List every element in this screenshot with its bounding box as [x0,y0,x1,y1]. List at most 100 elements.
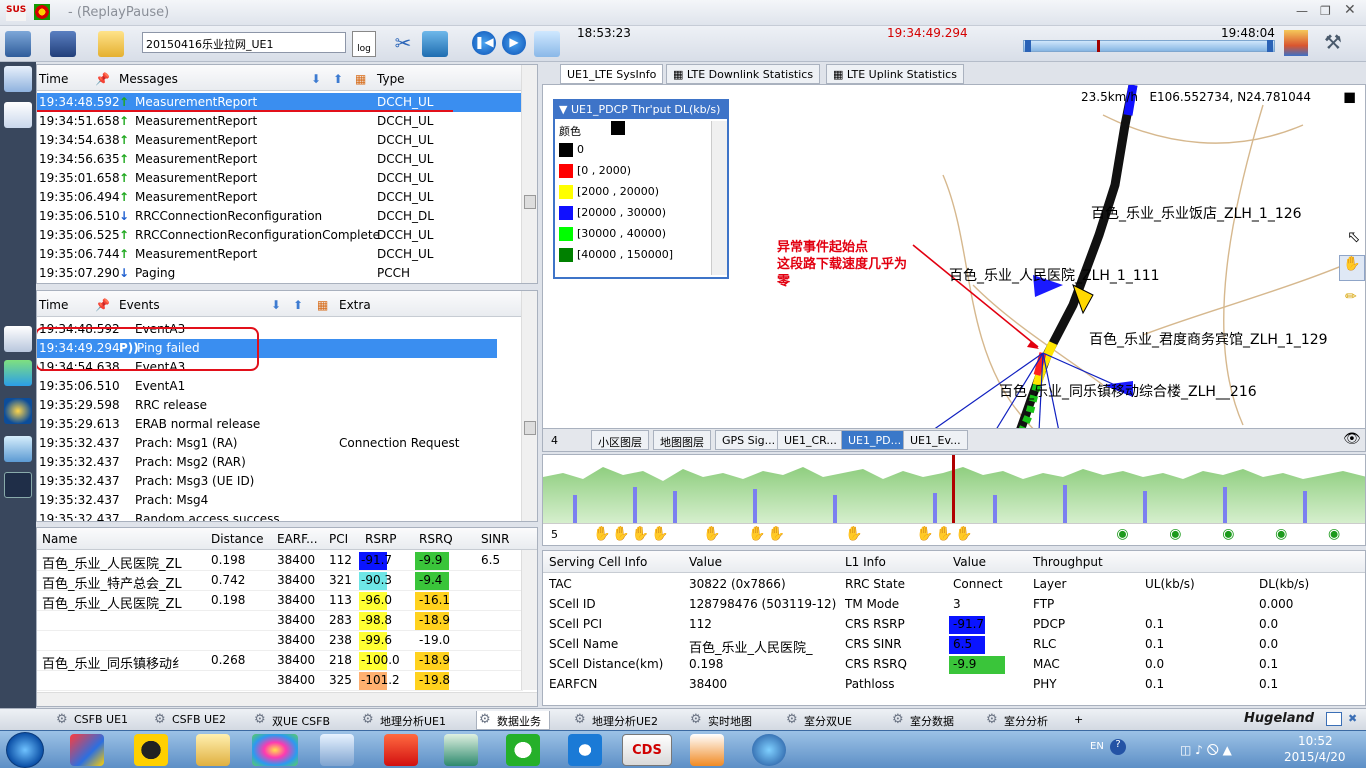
workspace-tab[interactable]: ⚙ CSFB UE1 [54,711,136,730]
table-row[interactable]: 19:35:06.510 ↓ RRCConnectionReconfiguratio… [37,207,523,226]
help-icon[interactable]: ? [1110,739,1126,755]
workspace-tab[interactable]: ⚙ 地理分析UE2 [572,711,666,730]
workspace-tab[interactable]: + [1074,711,1091,730]
col-sinr[interactable]: SINR [481,532,509,546]
pan-hand-icon[interactable]: ✋ [1339,255,1365,281]
col-pci[interactable]: PCI [329,532,348,546]
cells-hscrollbar[interactable] [37,692,537,706]
table-row[interactable]: 38400 283 -98.8 -18.9 [37,611,523,631]
connect-icon[interactable] [5,31,31,57]
table-row[interactable]: 19:35:32.437 Prach: Msg3 (UE ID) [37,472,497,491]
taskbar-app-icon[interactable] [384,734,418,766]
rewind-button[interactable]: ❚◀ [472,31,496,55]
col-earfcn[interactable]: EARF... [277,532,318,546]
table-row[interactable]: 19:35:06.510 EventA1 [37,377,497,396]
table-row[interactable]: 38400 325 -101.2 -19.8 [37,671,523,691]
tab-sysinfo[interactable]: UE1_LTE SysInfo [560,64,664,84]
legend-scrollbar[interactable] [711,121,727,275]
table-row[interactable]: 19:34:54.638 ↑ MeasurementReport DCCH_UL [37,131,523,150]
table-row[interactable]: 百色_乐业_同乐镇移动纟 0.268 38400 218 -100.0 -18.9 [37,651,523,672]
taskbar-app-icon[interactable] [252,734,298,766]
filter-icon[interactable] [4,436,32,462]
table-row[interactable]: 19:34:56.635 ↑ MeasurementReport DCCH_UL [37,150,523,169]
save-icon[interactable] [50,31,76,57]
scatter-icon[interactable] [4,472,32,498]
messages-scrollbar[interactable] [521,65,537,283]
qq-icon[interactable] [134,734,168,766]
scroll-thumb[interactable] [524,421,536,435]
table-row[interactable]: 19:35:06.525 ↑ RRCConnectionReconfiguratio… [37,226,523,245]
workspace-tab[interactable]: ⚙ CSFB UE2 [152,711,234,730]
table-row[interactable]: 38400 238 -99.6 -19.0 [37,631,523,651]
log-file-name[interactable]: 20150416乐业拉网_UE1 [142,32,346,53]
table-row[interactable]: 19:35:06.744 ↑ MeasurementReport DCCH_UL [37,245,523,264]
chart-icon[interactable] [4,102,32,128]
timeline-range-start[interactable] [1025,40,1031,52]
close-button[interactable]: ✕ [1344,2,1362,20]
cells-scrollbar[interactable] [521,550,537,690]
start-button[interactable] [6,732,44,768]
layer-tab[interactable]: 地图图层 [653,430,711,450]
col-throughput[interactable]: Throughput [1033,555,1103,569]
timeline-track[interactable] [1023,40,1275,52]
explorer-icon[interactable] [196,734,230,766]
table-row[interactable]: 百色_乐业_特产总会_ZL 0.742 38400 321 -90.3 -9.4 [37,571,523,592]
table-row[interactable]: 19:35:32.437 Prach: Msg4 [37,491,497,510]
tools-icon[interactable] [534,31,560,57]
table-row[interactable]: 19:34:51.658 ↑ MeasurementReport DCCH_UL [37,112,523,131]
event-icons[interactable]: ✋✋✋✋ ✋ ✋✋ ✋ ✋✋✋ ◉ ◉ ◉ ◉ ◉ [593,526,1342,542]
tab-ul-stats[interactable]: ▦ LTE Uplink Statistics [826,64,964,84]
replay-timeline[interactable]: 18:53:23 19:34:49.294 19:48:04 [575,26,1275,62]
transfer-icon[interactable] [4,360,32,386]
col-type[interactable]: Type [377,72,405,86]
col-time[interactable]: Time [39,298,68,312]
legend-item[interactable]: [2000 , 20000) [557,183,707,201]
play-button[interactable]: ▶ [502,31,526,55]
col-distance[interactable]: Distance [211,532,263,546]
table-row[interactable]: 19:35:07.290 ↓ Paging PCCH [37,264,523,283]
car-icon[interactable]: ◼ [1343,87,1356,106]
timeline-range-end[interactable] [1267,40,1273,52]
col-value-2[interactable]: Value [953,555,986,569]
pointer-icon[interactable]: ⬁ [1347,227,1360,246]
legend-item[interactable]: [0 , 2000) [557,162,707,180]
col-events[interactable]: Events [119,298,160,312]
tab-dl-stats[interactable]: ▦ LTE Downlink Statistics [666,64,821,84]
table-row[interactable]: 19:35:29.613 ERAB normal release [37,415,497,434]
pin-icon[interactable]: 📌 [95,298,110,312]
legend-item[interactable]: [20000 , 30000) [557,204,707,222]
layer-tab[interactable]: UE1_Ev... [903,430,968,450]
events-scrollbar[interactable] [521,291,537,521]
legend-title-bar[interactable]: ▼ UE1_PDCP Thr'put DL(kb/s) [555,101,727,119]
taskbar-app-icon[interactable] [568,734,602,766]
workspace-tab[interactable]: ⚙ 双UE CSFB [252,711,338,730]
sort-down-icon[interactable]: ⬇ [311,72,321,86]
col-rsrp[interactable]: RSRP [365,532,397,546]
table-row[interactable]: 19:35:06.494 ↑ MeasurementReport DCCH_UL [37,188,523,207]
alarm-icon[interactable] [4,398,32,424]
open-folder-icon[interactable] [98,31,124,57]
col-value[interactable]: Value [689,555,722,569]
legend-item[interactable]: [30000 , 40000) [557,225,707,243]
columns-icon[interactable]: ▦ [355,72,366,86]
layer-tab[interactable]: GPS Sig... [715,430,783,450]
sort-down-icon[interactable]: ⬇ [271,298,281,312]
table-row[interactable]: 19:35:32.437 Random access success [37,510,497,521]
layer-tab[interactable]: 小区图层 [591,430,649,450]
log-icon[interactable]: log [352,31,376,57]
camera-icon[interactable] [422,31,448,57]
eye-icon[interactable]: 👁 [1343,431,1361,447]
layer-tab[interactable]: UE1_CR... [777,430,844,450]
chart-settings-icon[interactable] [1284,30,1308,56]
scroll-thumb[interactable] [524,195,536,209]
scissors-icon[interactable]: ✂ [390,31,416,57]
table-row[interactable]: 19:35:01.658 ↑ MeasurementReport DCCH_UL [37,169,523,188]
home-icon[interactable] [4,66,32,92]
report-icon[interactable] [4,326,32,352]
table-row[interactable]: 19:35:29.598 RRC release [37,396,497,415]
throughput-strip[interactable]: 5 ✋✋✋✋ ✋ ✋✋ ✋ ✋✋✋ ◉ ◉ ◉ ◉ ◉ [542,454,1366,546]
sort-up-icon[interactable]: ⬆ [333,72,343,86]
workspace-tab[interactable]: ⚙ 室分分析 [984,711,1056,730]
language-indicator[interactable]: EN [1090,741,1104,752]
sort-up-icon[interactable]: ⬆ [293,298,303,312]
